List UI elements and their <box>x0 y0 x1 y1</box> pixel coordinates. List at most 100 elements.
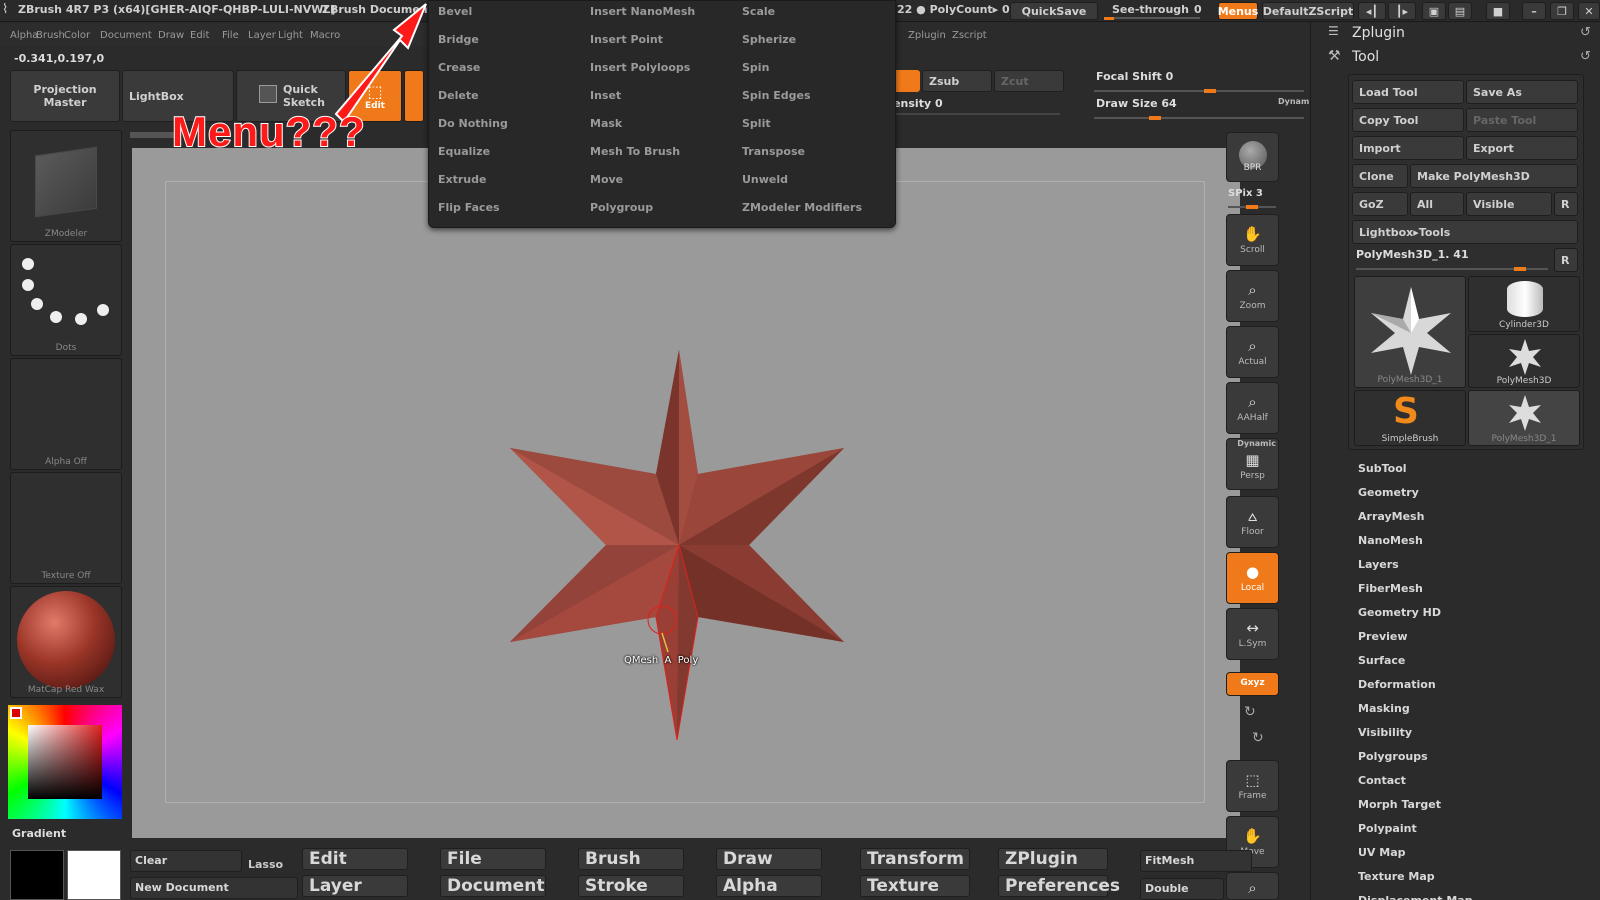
lock-button[interactable]: ■ <box>1486 2 1510 20</box>
zplugin-palette-title[interactable]: Zplugin <box>1352 25 1405 41</box>
popup-item-bevel[interactable]: Bevel <box>438 5 472 18</box>
star-mesh[interactable] <box>132 148 1240 838</box>
popup-item-spin-edges[interactable]: Spin Edges <box>742 89 811 102</box>
popup-item-mask[interactable]: Mask <box>590 117 622 130</box>
bottom-zplugin-button[interactable]: ZPlugin <box>998 848 1108 870</box>
import-button[interactable]: Import <box>1352 136 1464 160</box>
tool-thumb-polymesh-large[interactable]: PolyMesh3D_1 <box>1354 276 1466 388</box>
layout-b-button[interactable]: ▤ <box>1448 2 1472 20</box>
subpalette-preview[interactable]: Preview <box>1358 630 1408 643</box>
menu-item-draw[interactable]: Draw <box>158 30 184 41</box>
menus-button[interactable]: Menus <box>1218 2 1258 20</box>
stroke-thumbnail[interactable]: Dots <box>10 244 122 356</box>
tool-palette-title[interactable]: Tool <box>1352 49 1379 65</box>
subpalette-nanomesh[interactable]: NanoMesh <box>1358 534 1423 547</box>
clone-button[interactable]: Clone <box>1352 164 1408 188</box>
popup-item-polygroup[interactable]: Polygroup <box>590 201 653 214</box>
restore-button[interactable]: ❐ <box>1550 2 1574 20</box>
close-button[interactable]: ✕ <box>1578 2 1600 20</box>
color-picker-square[interactable] <box>28 725 102 799</box>
main-color-swatch[interactable] <box>10 850 64 900</box>
menu-item-macro[interactable]: Macro <box>310 30 340 41</box>
draw-mode-button[interactable] <box>404 70 424 122</box>
double-button[interactable]: Double <box>1140 878 1224 900</box>
popup-item-insert-point[interactable]: Insert Point <box>590 33 663 46</box>
subpalette-texture-map[interactable]: Texture Map <box>1358 870 1435 883</box>
lasso-label[interactable]: Lasso <box>248 858 283 871</box>
load-tool-button[interactable]: Load Tool <box>1352 80 1464 104</box>
bottom-stroke-button[interactable]: Stroke <box>578 875 684 897</box>
visible-button[interactable]: Visible <box>1466 192 1552 216</box>
aahalf-button[interactable]: ⌕ AAHalf <box>1226 382 1279 434</box>
rotate-button[interactable]: ⌕ <box>1226 872 1279 900</box>
minimize-button[interactable]: – <box>1522 2 1546 20</box>
material-thumbnail[interactable]: MatCap Red Wax <box>10 586 122 698</box>
popup-item-move[interactable]: Move <box>590 173 623 186</box>
zsub-button[interactable]: Zsub <box>922 70 992 92</box>
subpalette-arraymesh[interactable]: ArrayMesh <box>1358 510 1424 523</box>
bottom-alpha-button[interactable]: Alpha <box>716 875 822 897</box>
popup-item-unweld[interactable]: Unweld <box>742 173 788 186</box>
popup-item-mesh-to-brush[interactable]: Mesh To Brush <box>590 145 680 158</box>
menu-item-file[interactable]: File <box>222 30 239 41</box>
local-button[interactable]: ● Local <box>1226 552 1279 604</box>
subpalette-polygroups[interactable]: Polygroups <box>1358 750 1428 763</box>
current-tool-slider[interactable]: PolyMesh3D_1. 41 <box>1352 246 1550 272</box>
menu-item-layer[interactable]: Layer <box>248 30 276 41</box>
subpalette-layers[interactable]: Layers <box>1358 558 1399 571</box>
subpalette-masking[interactable]: Masking <box>1358 702 1410 715</box>
current-tool-r-button[interactable]: R <box>1554 248 1578 272</box>
tool-thumb-cylinder[interactable]: Cylinder3D <box>1468 276 1580 332</box>
quicksave-button[interactable]: QuickSave <box>1010 2 1098 20</box>
bottom-brush-button[interactable]: Brush <box>578 848 684 870</box>
popup-item-scale[interactable]: Scale <box>742 5 775 18</box>
rotate-z-icon[interactable]: ↻ <box>1252 730 1264 746</box>
bottom-edit-button[interactable]: Edit <box>302 848 408 870</box>
frame-button[interactable]: ⬚ Frame <box>1226 760 1279 812</box>
export-button[interactable]: Export <box>1466 136 1578 160</box>
color-picker[interactable] <box>8 705 122 819</box>
subpalette-geometry[interactable]: Geometry <box>1358 486 1419 499</box>
popup-item-split[interactable]: Split <box>742 117 771 130</box>
xyz-rotate-button[interactable]: Gxyz <box>1226 672 1279 696</box>
subpalette-contact[interactable]: Contact <box>1358 774 1406 787</box>
subpalette-visibility[interactable]: Visibility <box>1358 726 1412 739</box>
tool-thumb-polymesh[interactable]: PolyMesh3D <box>1468 334 1580 388</box>
save-as-button[interactable]: Save As <box>1466 80 1578 104</box>
all-button[interactable]: All <box>1410 192 1464 216</box>
popup-item-crease[interactable]: Crease <box>438 61 480 74</box>
bottom-layer-button[interactable]: Layer <box>302 875 408 897</box>
texture-thumbnail[interactable]: Texture Off <box>10 472 122 584</box>
default-zscript-button[interactable]: DefaultZScript <box>1262 2 1354 20</box>
subpalette-uv-map[interactable]: UV Map <box>1358 846 1406 859</box>
bottom-transform-button[interactable]: Transform <box>860 848 970 870</box>
bottom-file-button[interactable]: File <box>440 848 546 870</box>
layout-prev-button[interactable]: ◂┃ <box>1358 2 1386 20</box>
scroll-button[interactable]: ✋ Scroll <box>1226 214 1279 266</box>
layout-next-button[interactable]: ┃▸ <box>1388 2 1416 20</box>
gradient-label[interactable]: Gradient <box>12 827 66 840</box>
subpalette-displacement-map[interactable]: Displacement Map <box>1358 894 1473 900</box>
document-canvas[interactable]: QMesh A Poly <box>132 148 1240 838</box>
intensity-slider[interactable]: ntensity 0 <box>880 95 1062 117</box>
primary-color-swatch[interactable] <box>10 707 22 719</box>
fitmesh-button[interactable]: FitMesh <box>1140 850 1252 872</box>
popup-item-transpose[interactable]: Transpose <box>742 145 805 158</box>
subpalette-surface[interactable]: Surface <box>1358 654 1405 667</box>
copy-tool-button[interactable]: Copy Tool <box>1352 108 1464 132</box>
make-polymesh-button[interactable]: Make PolyMesh3D <box>1410 164 1578 188</box>
subpalette-deformation[interactable]: Deformation <box>1358 678 1436 691</box>
secondary-color-swatch[interactable] <box>67 850 121 900</box>
menu-item-zplugin[interactable]: Zplugin <box>908 30 946 41</box>
bottom-texture-button[interactable]: Texture <box>860 875 970 897</box>
menu-item-zscript[interactable]: Zscript <box>952 30 987 41</box>
popup-item-inset[interactable]: Inset <box>590 89 621 102</box>
bpr-button[interactable]: BPR <box>1226 132 1279 182</box>
menu-item-color[interactable]: Color <box>64 30 90 41</box>
new-document-button[interactable]: New Document <box>130 877 298 899</box>
popup-item-zmodeler-modifiers[interactable]: ZModeler Modifiers <box>742 201 862 214</box>
spix-slider[interactable]: SPix 3 <box>1226 186 1279 210</box>
rotate-y-icon[interactable]: ↻ <box>1244 704 1256 720</box>
dynamic-label[interactable]: Dynam <box>1278 97 1309 106</box>
subpalette-subtool[interactable]: SubTool <box>1358 462 1407 475</box>
